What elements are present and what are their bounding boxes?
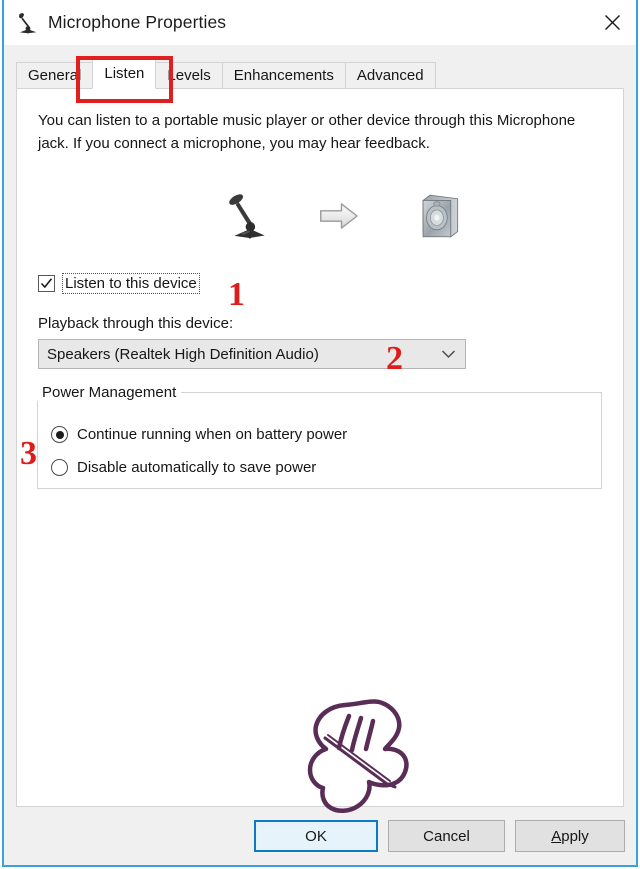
apply-label-rest: pply [561, 827, 589, 845]
playback-device-label: Playback through this device: [38, 315, 234, 332]
microphone-icon [229, 194, 265, 239]
microphone-properties-window: Microphone Properties General Listen Lev… [2, 0, 638, 867]
dialog-button-bar: OK Cancel Apply [4, 807, 636, 865]
radio-disable-to-save-power[interactable]: Disable automatically to save power [51, 459, 316, 476]
listen-to-this-device-row[interactable]: Listen to this device [38, 273, 200, 294]
checkmark-icon [40, 278, 53, 289]
chevron-down-icon[interactable] [431, 340, 465, 368]
playback-device-value: Speakers (Realtek High Definition Audio) [47, 345, 319, 363]
close-icon [604, 15, 620, 30]
dialog-body: General Listen Levels Enhancements Advan… [4, 45, 636, 865]
apply-button[interactable]: Apply [515, 820, 625, 852]
tab-levels[interactable]: Levels [155, 62, 223, 88]
microphone-icon [19, 12, 37, 33]
radio-disable-to-save-power-label: Disable automatically to save power [77, 459, 317, 476]
power-management-title: Power Management [37, 384, 182, 401]
radio-button-unselected[interactable] [51, 459, 68, 476]
close-button[interactable] [588, 0, 636, 45]
tab-strip: General Listen Levels Enhancements Advan… [16, 57, 636, 89]
tab-enhancements[interactable]: Enhancements [221, 62, 346, 88]
radio-continue-on-battery[interactable]: Continue running when on battery power [51, 426, 347, 443]
listen-tab-panel: You can listen to a portable music playe… [16, 88, 624, 807]
radio-continue-on-battery-label: Continue running when on battery power [77, 426, 348, 443]
cancel-button[interactable]: Cancel [388, 820, 505, 852]
speaker-icon [422, 194, 459, 238]
tab-advanced[interactable]: Advanced [344, 62, 436, 88]
listen-to-this-device-label: Listen to this device [62, 273, 200, 294]
playback-device-select[interactable]: Speakers (Realtek High Definition Audio) [38, 339, 466, 369]
tab-general[interactable]: General [16, 62, 94, 88]
device-flow-illustration [212, 180, 462, 252]
radio-dot-icon [55, 430, 64, 439]
arrow-right-icon [320, 203, 358, 229]
listen-to-this-device-checkbox[interactable] [38, 275, 55, 292]
description-text: You can listen to a portable music playe… [38, 112, 576, 152]
radio-button-selected[interactable] [51, 426, 68, 443]
apply-accelerator: A [551, 827, 562, 845]
ok-button[interactable]: OK [254, 820, 378, 852]
title-bar: Microphone Properties [4, 0, 636, 45]
tab-listen[interactable]: Listen [92, 58, 157, 89]
window-title: Microphone Properties [48, 12, 227, 32]
